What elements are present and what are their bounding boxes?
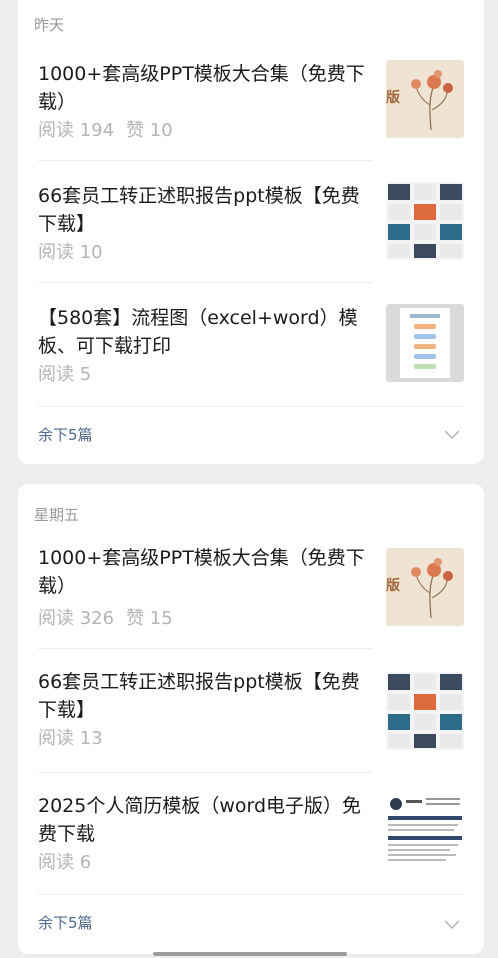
thumbnail-text: 版 <box>386 577 400 594</box>
more-articles-link[interactable]: 余下5篇 <box>38 424 93 445</box>
divider <box>38 282 372 283</box>
more-articles-link[interactable]: 余下5篇 <box>38 912 93 933</box>
chevron-down-icon[interactable] <box>444 920 460 930</box>
article-group-card: 昨天 1000+套高级PPT模板大合集（免费下载） 阅读 194 赞 10 版 6… <box>18 0 484 464</box>
read-count: 阅读 5 <box>38 364 92 385</box>
read-count: 阅读 10 <box>38 242 103 263</box>
article-item[interactable]: 66套员工转正述职报告ppt模板【免费下载】 阅读 10 <box>38 182 464 304</box>
slides-grid-thumbnail <box>386 672 464 750</box>
chevron-down-icon[interactable] <box>444 430 460 440</box>
article-title: 1000+套高级PPT模板大合集（免费下载） <box>38 63 365 113</box>
article-stats: 阅读 10 <box>38 238 103 264</box>
article-item[interactable]: 【580套】流程图（excel+word）模板、可下载打印 阅读 5 <box>38 304 464 426</box>
article-stats: 阅读 194 赞 10 <box>38 116 173 142</box>
article-item[interactable]: 2025个人简历模板（word电子版）免费下载 阅读 6 <box>38 792 464 914</box>
like-count: 赞 10 <box>126 120 173 141</box>
floral-template-thumbnail: 版 <box>386 548 464 626</box>
read-count: 阅读 326 <box>38 608 115 629</box>
article-title: 66套员工转正述职报告ppt模板【免费下载】 <box>38 185 360 235</box>
flowchart-thumbnail <box>386 304 464 382</box>
article-stats: 阅读 13 <box>38 724 103 750</box>
article-title: 2025个人简历模板（word电子版）免费下载 <box>38 795 362 845</box>
slides-grid-thumbnail <box>386 182 464 260</box>
date-label: 星期五 <box>34 506 80 524</box>
divider <box>38 406 464 407</box>
resume-thumbnail <box>386 792 464 870</box>
divider <box>38 160 372 161</box>
article-stats: 阅读 326 赞 15 <box>38 604 173 630</box>
article-stats: 阅读 6 <box>38 848 91 874</box>
divider <box>38 648 372 649</box>
floral-template-thumbnail: 版 <box>386 60 464 138</box>
date-label: 昨天 <box>34 16 65 34</box>
like-count: 赞 15 <box>126 608 173 629</box>
article-title: 【580套】流程图（excel+word）模板、可下载打印 <box>38 307 358 357</box>
thumbnail-text: 版 <box>386 89 400 106</box>
divider <box>38 772 372 773</box>
divider <box>38 894 464 895</box>
read-count: 阅读 194 <box>38 120 115 141</box>
article-item[interactable]: 1000+套高级PPT模板大合集（免费下载） 阅读 194 赞 10 版 <box>38 60 464 182</box>
article-group-card: 星期五 1000+套高级PPT模板大合集（免费下载） 阅读 326 赞 15 版 … <box>18 484 484 954</box>
article-title: 1000+套高级PPT模板大合集（免费下载） <box>38 547 365 597</box>
home-indicator[interactable] <box>153 952 347 956</box>
read-count: 阅读 13 <box>38 728 103 749</box>
article-stats: 阅读 5 <box>38 360 91 386</box>
read-count: 阅读 6 <box>38 852 92 873</box>
article-title: 66套员工转正述职报告ppt模板【免费下载】 <box>38 671 360 721</box>
